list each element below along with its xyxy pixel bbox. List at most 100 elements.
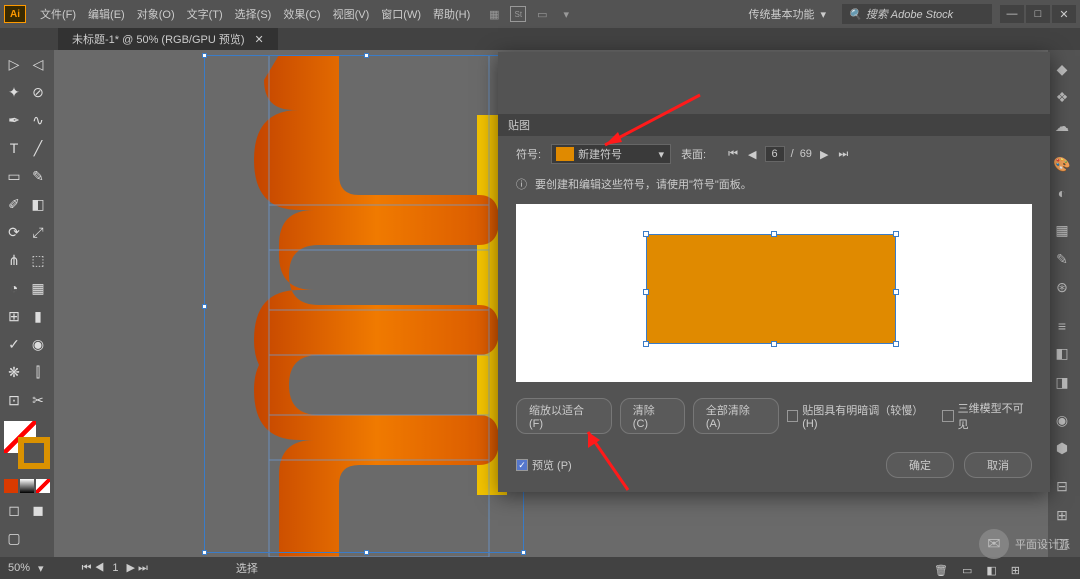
perspective-tool[interactable]: ▦ (26, 276, 50, 300)
search-icon: 🔍 (848, 8, 862, 21)
menu-view[interactable]: 视图(V) (327, 6, 376, 22)
menu-help[interactable]: 帮助(H) (427, 6, 476, 22)
gradient-tool[interactable]: ▮ (26, 304, 50, 328)
surface-current[interactable]: 6 (765, 146, 785, 162)
symbol-dropdown[interactable]: 新建符号 ▾ (551, 144, 671, 164)
curvature-tool[interactable]: ∿ (26, 108, 50, 132)
rotate-tool[interactable]: ⟳ (2, 220, 26, 244)
first-surface-button[interactable]: ⏮ (726, 148, 740, 161)
tray-icon[interactable]: ⊞ (1011, 564, 1020, 577)
menu-window[interactable]: 窗口(W) (375, 6, 427, 22)
layers-panel-icon[interactable]: ❖ (1048, 84, 1076, 110)
stock-icon[interactable]: St (510, 6, 526, 22)
minimize-button[interactable]: — (1000, 5, 1024, 23)
eraser-tool[interactable]: ◧ (26, 192, 50, 216)
bridge-icon[interactable]: ▦ (486, 6, 502, 22)
search-input[interactable]: 🔍 搜索 Adobe Stock (842, 4, 992, 24)
line-tool[interactable]: ╱ (26, 136, 50, 160)
swatches-panel-icon[interactable]: ▦ (1048, 217, 1076, 243)
blend-tool[interactable]: ◉ (26, 332, 50, 356)
arrange-icon[interactable]: ▭ (534, 6, 550, 22)
direct-selection-tool[interactable]: ◁ (26, 52, 50, 76)
dropdown-icon[interactable]: ▾ (558, 6, 574, 22)
chevron-down-icon[interactable]: ▾ (38, 562, 44, 575)
prev-surface-button[interactable]: ◀ (746, 148, 758, 161)
appearance-panel-icon[interactable]: ◉ (1048, 407, 1076, 433)
stroke-panel-icon[interactable]: ≡ (1048, 312, 1076, 338)
magic-wand-tool[interactable]: ✦ (2, 80, 26, 104)
tray-icon[interactable]: 🗑 (934, 564, 948, 577)
next-surface-button[interactable]: ▶ (818, 148, 830, 161)
lasso-tool[interactable]: ⊘ (26, 80, 50, 104)
last-surface-button[interactable]: ⏭ (836, 148, 850, 161)
pen-tool[interactable]: ✒ (2, 108, 26, 132)
libraries-panel-icon[interactable]: ☁ (1048, 113, 1076, 139)
eyedropper-tool[interactable]: ✓ (2, 332, 26, 356)
scale-tool[interactable]: ⤢ (26, 220, 50, 244)
artboard-tool[interactable]: ⊡ (2, 389, 26, 413)
properties-panel-icon[interactable]: ◆ (1048, 56, 1076, 82)
draw-mode-behind[interactable]: ◼ (26, 499, 50, 523)
dialog-title: 贴图 (498, 114, 1050, 136)
invisible-geometry-checkbox[interactable]: 三维模型不可见 (942, 400, 1032, 432)
color-chip[interactable] (4, 479, 18, 493)
graphic-styles-icon[interactable]: ⬢ (1048, 436, 1076, 462)
titlebar: Ai 文件(F) 编辑(E) 对象(O) 文字(T) 选择(S) 效果(C) 视… (0, 0, 1080, 28)
symbols-panel-icon[interactable]: ⊛ (1048, 274, 1076, 300)
none-chip[interactable] (36, 479, 50, 493)
transparency-panel-icon[interactable]: ◨ (1048, 369, 1076, 395)
bottom-tray: 🗑 ▭ ◧ ⊞ (934, 564, 1020, 577)
selection-tool[interactable]: ▷ (2, 52, 26, 76)
watermark-text: 平面设计派 (1015, 536, 1070, 552)
symbol-sprayer-tool[interactable]: ❋ (2, 361, 26, 385)
cancel-button[interactable]: 取消 (964, 452, 1032, 478)
workspace-switcher[interactable]: 传统基本功能 ▾ (740, 4, 834, 24)
shaper-tool[interactable]: ✐ (2, 192, 26, 216)
menu-object[interactable]: 对象(O) (131, 6, 181, 22)
shade-artwork-checkbox[interactable]: 贴图具有明暗调（较慢）(H) (787, 402, 934, 430)
map-preview[interactable] (516, 204, 1032, 382)
ok-button[interactable]: 确定 (886, 452, 954, 478)
color-panel-icon[interactable]: 🎨 (1048, 151, 1076, 177)
mapped-symbol-rect[interactable] (646, 234, 896, 344)
clear-all-button[interactable]: 全部清除 (A) (693, 398, 779, 434)
tray-icon[interactable]: ▭ (962, 564, 972, 577)
menu-select[interactable]: 选择(S) (229, 6, 278, 22)
gradient-chip[interactable] (20, 479, 34, 493)
tab-close-icon[interactable]: ✕ (255, 33, 264, 46)
color-guide-icon[interactable]: ◐ (1048, 179, 1076, 205)
menu-type[interactable]: 文字(T) (181, 6, 229, 22)
column-graph-tool[interactable]: ⫿ (26, 361, 50, 385)
search-placeholder: 搜索 Adobe Stock (866, 6, 953, 22)
mesh-tool[interactable]: ⊞ (2, 304, 26, 328)
type-tool[interactable]: T (2, 136, 26, 160)
clear-button[interactable]: 清除 (C) (620, 398, 685, 434)
scale-to-fit-button[interactable]: 缩放以适合 (F) (516, 398, 612, 434)
menu-file[interactable]: 文件(F) (34, 6, 82, 22)
free-transform-tool[interactable]: ⬚ (26, 248, 50, 272)
rectangle-tool[interactable]: ▭ (2, 164, 26, 188)
menu-effect[interactable]: 效果(C) (277, 6, 326, 22)
width-tool[interactable]: ⋔ (2, 248, 26, 272)
artboard-number[interactable]: 1 (112, 562, 118, 574)
stroke-swatch[interactable] (18, 437, 50, 469)
transform-panel-icon[interactable]: ⊞ (1048, 502, 1076, 528)
gradient-panel-icon[interactable]: ◧ (1048, 341, 1076, 367)
shape-builder-tool[interactable]: ◔ (2, 276, 26, 300)
close-button[interactable]: ✕ (1052, 5, 1076, 23)
slice-tool[interactable]: ✂ (26, 389, 50, 413)
menu-edit[interactable]: 编辑(E) (82, 6, 131, 22)
chevron-down-icon: ▾ (820, 8, 826, 21)
title-toolbar: ▦ St ▭ ▾ (486, 6, 574, 22)
preview-checkbox[interactable]: ✓ 预览 (P) (516, 457, 572, 473)
fill-stroke-swatch[interactable] (4, 421, 50, 469)
maximize-button[interactable]: □ (1026, 5, 1050, 23)
screen-mode[interactable]: ▢ (2, 527, 26, 551)
align-panel-icon[interactable]: ⊟ (1048, 474, 1076, 500)
tray-icon[interactable]: ◧ (986, 564, 996, 577)
brushes-panel-icon[interactable]: ✎ (1048, 246, 1076, 272)
paintbrush-tool[interactable]: ✎ (26, 164, 50, 188)
document-tab[interactable]: 未标题-1* @ 50% (RGB/GPU 预览) ✕ (58, 28, 278, 50)
draw-mode-normal[interactable]: ◻ (2, 499, 26, 523)
zoom-level[interactable]: 50% (8, 562, 30, 574)
